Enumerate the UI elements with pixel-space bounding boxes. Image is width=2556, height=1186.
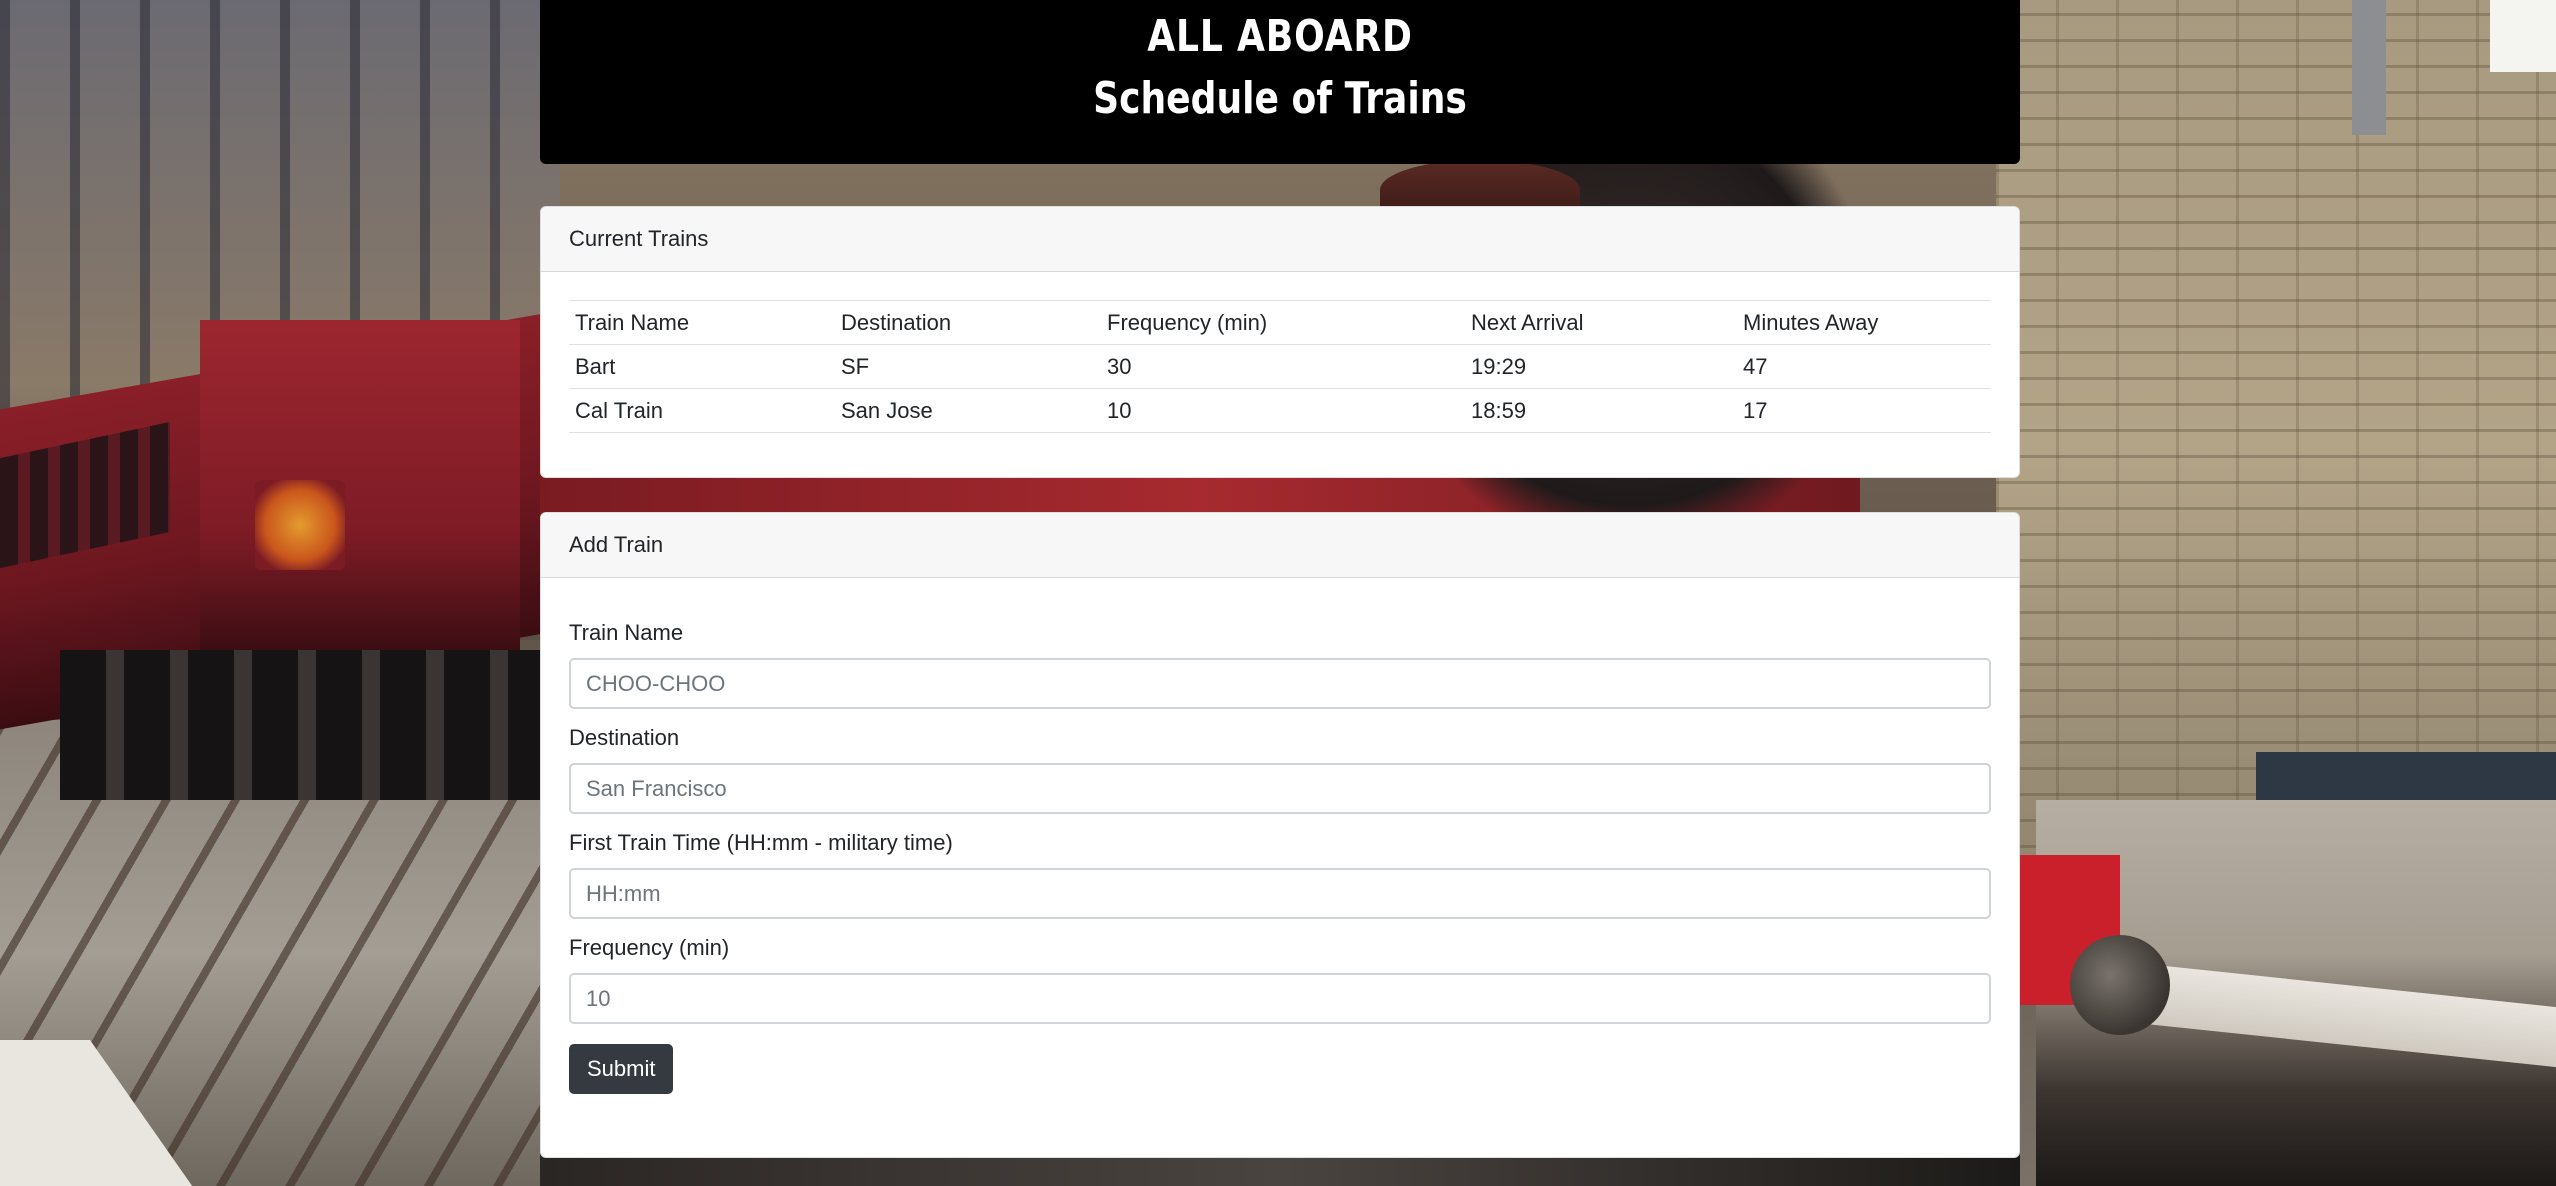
cell-destination: San Jose bbox=[835, 388, 1101, 433]
column-header-destination: Destination bbox=[835, 300, 1101, 345]
add-train-heading: Add Train bbox=[541, 513, 2019, 578]
first-train-time-group: First Train Time (HH:mm - military time) bbox=[569, 828, 1991, 919]
frequency-label: Frequency (min) bbox=[569, 935, 730, 960]
cell-train-name: Bart bbox=[569, 344, 835, 389]
frequency-input[interactable] bbox=[569, 973, 1991, 1024]
table-header-row: Train Name Destination Frequency (min) N… bbox=[569, 300, 1991, 345]
first-train-time-input[interactable] bbox=[569, 868, 1991, 919]
page-subtitle: Schedule of Trains bbox=[1093, 73, 1467, 124]
current-trains-card: Current Trains Train Name Destination Fr… bbox=[540, 206, 2020, 478]
add-train-form: Train Name Destination First Train Time … bbox=[541, 578, 2019, 1122]
cell-minutes-away: 17 bbox=[1737, 388, 1991, 433]
cell-train-name: Cal Train bbox=[569, 388, 835, 433]
submit-button[interactable]: Submit bbox=[569, 1044, 674, 1094]
destination-group: Destination bbox=[569, 723, 1991, 814]
train-name-input[interactable] bbox=[569, 658, 1991, 709]
table-row: Bart SF 30 19:29 47 bbox=[569, 344, 1991, 389]
train-name-group: Train Name bbox=[569, 618, 1991, 709]
page-header: ALL ABOARD Schedule of Trains bbox=[540, 0, 2020, 164]
column-header-minutes-away: Minutes Away bbox=[1737, 300, 1991, 345]
train-name-label: Train Name bbox=[569, 620, 684, 645]
cell-next-arrival: 18:59 bbox=[1465, 388, 1737, 433]
cell-destination: SF bbox=[835, 344, 1101, 389]
destination-label: Destination bbox=[569, 725, 680, 750]
destination-input[interactable] bbox=[569, 763, 1991, 814]
page-title: ALL ABOARD bbox=[1147, 11, 1413, 62]
first-train-time-label: First Train Time (HH:mm - military time) bbox=[569, 830, 953, 855]
main-container: ALL ABOARD Schedule of Trains Current Tr… bbox=[540, 0, 2020, 1158]
column-header-next-arrival: Next Arrival bbox=[1465, 300, 1737, 345]
add-train-card: Add Train Train Name Destination First T… bbox=[540, 512, 2020, 1158]
column-header-frequency: Frequency (min) bbox=[1101, 300, 1465, 345]
cell-frequency: 10 bbox=[1101, 388, 1465, 433]
cell-frequency: 30 bbox=[1101, 344, 1465, 389]
trains-table: Train Name Destination Frequency (min) N… bbox=[569, 300, 1991, 433]
cell-minutes-away: 47 bbox=[1737, 344, 1991, 389]
table-row: Cal Train San Jose 10 18:59 17 bbox=[569, 388, 1991, 433]
column-header-train-name: Train Name bbox=[569, 300, 835, 345]
cell-next-arrival: 19:29 bbox=[1465, 344, 1737, 389]
current-trains-heading: Current Trains bbox=[541, 207, 2019, 272]
frequency-group: Frequency (min) bbox=[569, 933, 1991, 1024]
current-trains-body: Train Name Destination Frequency (min) N… bbox=[541, 272, 2019, 461]
